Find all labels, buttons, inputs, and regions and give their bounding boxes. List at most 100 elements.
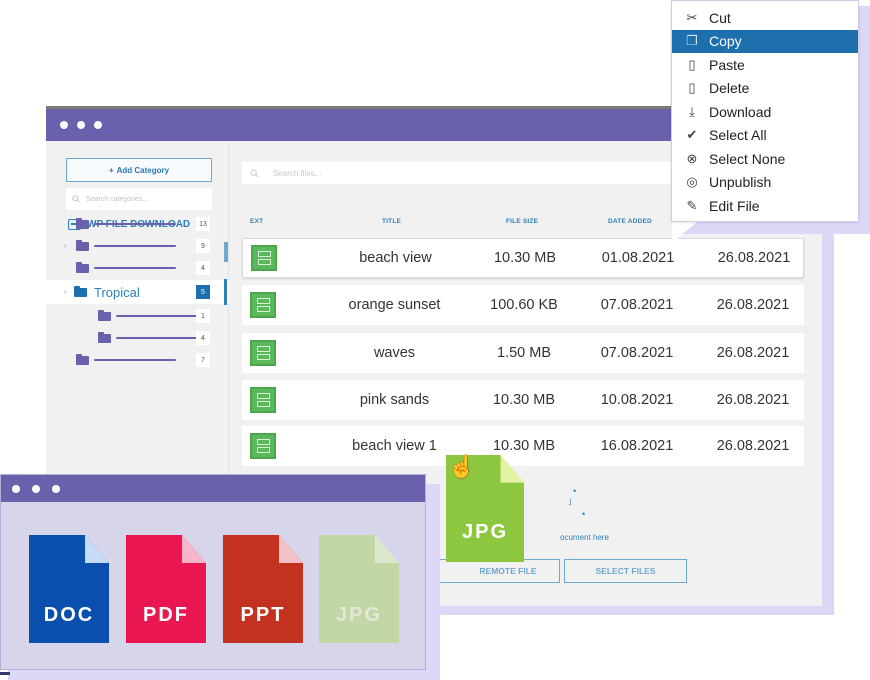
image-file-icon bbox=[250, 387, 276, 413]
column-header-date-added[interactable]: DATE ADDED bbox=[608, 218, 652, 225]
file-size: 100.60 KB bbox=[490, 297, 558, 313]
menu-item-copy[interactable]: ❐ Copy bbox=[672, 29, 858, 53]
folder-icon bbox=[76, 239, 89, 251]
category-item[interactable]: 1 bbox=[46, 306, 229, 326]
category-name-placeholder bbox=[116, 336, 198, 340]
scissors-icon: ✂ bbox=[686, 9, 698, 25]
folder-icon bbox=[98, 309, 111, 321]
window-dot-icon[interactable] bbox=[52, 484, 60, 493]
add-category-button[interactable]: + Add Category bbox=[66, 158, 212, 182]
image-file-icon bbox=[250, 433, 276, 459]
file-size: 1.50 MB bbox=[497, 345, 551, 361]
file-search-input[interactable]: Search files... bbox=[242, 162, 742, 184]
file-size: 10.30 MB bbox=[492, 438, 556, 454]
download-icon: ⤓ bbox=[689, 103, 695, 119]
window-dot-icon[interactable] bbox=[60, 121, 68, 129]
menu-item-select-all[interactable]: ✔ Select All bbox=[672, 124, 858, 148]
eye-off-icon: ◎ bbox=[686, 174, 698, 190]
category-item[interactable]: › 9 bbox=[46, 236, 229, 256]
drop-bracket-icon: ˩ bbox=[568, 497, 572, 507]
active-indicator bbox=[224, 279, 227, 305]
window-dot-icon[interactable] bbox=[94, 121, 102, 129]
menu-item-select-none[interactable]: ⊗ Select None bbox=[672, 147, 858, 171]
file-type-doc[interactable]: DOC bbox=[29, 535, 109, 643]
file-date-modified: 26.08.2021 bbox=[716, 392, 790, 408]
context-menu-pointer bbox=[672, 221, 698, 243]
category-item[interactable]: 13 bbox=[46, 214, 229, 234]
category-count-badge: 9 bbox=[196, 239, 210, 253]
category-name-placeholder bbox=[94, 244, 176, 248]
file-search-placeholder: Search files... bbox=[273, 168, 322, 178]
category-item[interactable]: 7 bbox=[46, 350, 229, 370]
expand-caret-icon[interactable]: › bbox=[64, 243, 66, 250]
column-header-title[interactable]: TITLE bbox=[382, 218, 401, 225]
menu-item-unpublish[interactable]: ◎ Unpublish bbox=[672, 171, 858, 195]
stage: + Add Category Search categories... WP F… bbox=[0, 0, 870, 680]
folder-icon bbox=[76, 261, 89, 273]
plus-icon: + bbox=[108, 165, 114, 175]
category-label: Tropical bbox=[94, 284, 140, 300]
category-search-placeholder: Search categories... bbox=[86, 195, 149, 203]
category-search-input[interactable]: Search categories... bbox=[66, 188, 212, 210]
add-category-label: Add Category bbox=[116, 165, 170, 175]
window-dot-icon[interactable] bbox=[12, 484, 20, 493]
file-types-titlebar bbox=[1, 475, 425, 502]
folder-icon bbox=[74, 285, 87, 297]
file-type-jpg[interactable]: JPG bbox=[319, 535, 399, 643]
menu-item-label: Select None bbox=[709, 150, 786, 167]
select-files-button[interactable]: SELECT FILES bbox=[564, 559, 687, 583]
category-name-placeholder bbox=[94, 222, 176, 226]
category-item[interactable]: › Tropical 5 bbox=[46, 279, 229, 305]
file-types-window: DOC PDF PPT JPG bbox=[0, 474, 426, 670]
file-title: pink sands bbox=[359, 392, 430, 408]
file-type-ppt[interactable]: PPT bbox=[223, 535, 303, 643]
pencil-icon: ✎ bbox=[686, 197, 698, 213]
hand-cursor-icon: ☝ bbox=[448, 454, 476, 479]
menu-item-edit-file[interactable]: ✎ Edit File bbox=[672, 194, 858, 218]
category-count-badge: 5 bbox=[196, 285, 210, 299]
expand-caret-icon[interactable]: › bbox=[64, 289, 66, 296]
menu-item-label: Download bbox=[709, 103, 772, 120]
column-header-file-size[interactable]: FILE SIZE bbox=[506, 218, 538, 225]
file-row[interactable]: orange sunset 100.60 KB 07.08.2021 26.08… bbox=[242, 285, 804, 325]
select-files-label: SELECT FILES bbox=[595, 566, 656, 576]
file-date-added: 16.08.2021 bbox=[600, 438, 674, 454]
image-file-icon bbox=[250, 340, 276, 366]
category-name-placeholder bbox=[116, 314, 198, 318]
file-row[interactable]: waves 1.50 MB 07.08.2021 26.08.2021 bbox=[242, 333, 804, 373]
file-type-pdf[interactable]: PDF bbox=[126, 535, 206, 643]
corner-mark bbox=[0, 672, 10, 675]
file-row[interactable]: beach view 10.30 MB 01.08.2021 26.08.202… bbox=[242, 238, 804, 278]
drop-zone-text: ocument here bbox=[560, 533, 609, 542]
file-title: orange sunset bbox=[348, 297, 441, 313]
folder-icon bbox=[98, 331, 111, 343]
menu-item-cut[interactable]: ✂ Cut bbox=[672, 6, 858, 30]
file-type-doc-label: DOC bbox=[43, 604, 95, 626]
file-size: 10.30 MB bbox=[493, 250, 557, 266]
clipboard-icon: ▯ bbox=[688, 56, 696, 72]
image-file-icon bbox=[251, 245, 277, 271]
category-item[interactable]: 4 bbox=[46, 328, 229, 348]
category-item[interactable]: 4 bbox=[46, 258, 229, 278]
copy-icon: ❐ bbox=[686, 33, 698, 49]
window-dot-icon[interactable] bbox=[77, 121, 85, 129]
search-icon bbox=[72, 195, 80, 203]
file-type-pdf-label: PDF bbox=[143, 604, 189, 626]
window-dot-icon[interactable] bbox=[32, 484, 40, 493]
file-title: beach view 1 bbox=[352, 438, 437, 454]
menu-item-paste[interactable]: ▯ Paste bbox=[672, 53, 858, 77]
menu-item-label: Delete bbox=[709, 80, 750, 97]
sidebar-resize-handle[interactable] bbox=[224, 242, 228, 262]
dragged-jpg-label: JPG bbox=[461, 521, 509, 543]
file-type-jpg-label: JPG bbox=[335, 604, 383, 626]
category-count-badge: 4 bbox=[196, 261, 210, 275]
column-header-ext[interactable]: EXT bbox=[250, 218, 263, 225]
menu-item-download[interactable]: ⤓ Download bbox=[672, 100, 858, 124]
menu-item-label: Select All bbox=[709, 127, 767, 144]
file-date-modified: 26.08.2021 bbox=[717, 250, 791, 266]
file-row[interactable]: pink sands 10.30 MB 10.08.2021 26.08.202… bbox=[242, 380, 804, 420]
menu-item-label: Cut bbox=[709, 9, 731, 26]
menu-item-delete[interactable]: ▯ Delete bbox=[672, 77, 858, 101]
file-date-added: 07.08.2021 bbox=[600, 345, 674, 361]
category-count-badge: 7 bbox=[196, 353, 210, 367]
